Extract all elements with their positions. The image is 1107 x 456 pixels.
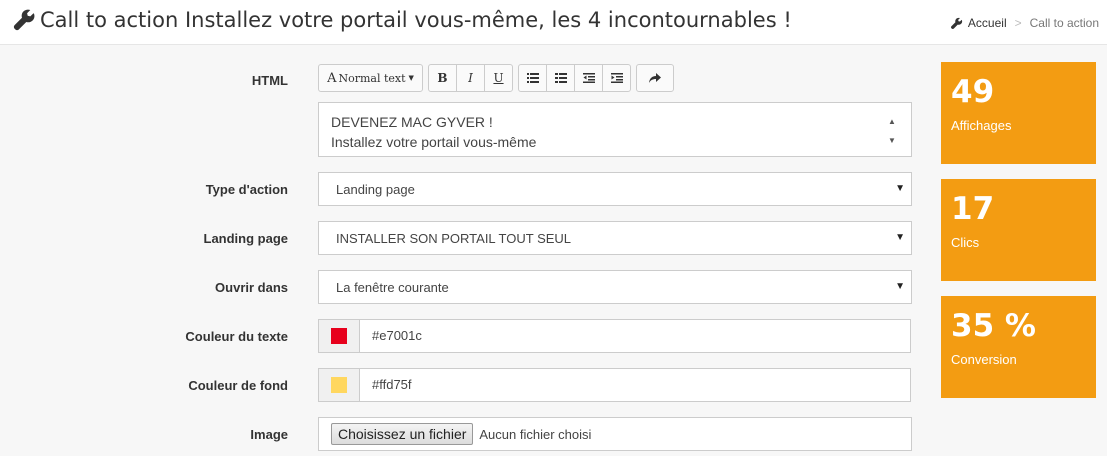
top-bar: Call to action Installez votre portail v… — [0, 0, 1107, 45]
caret-down-icon: ▼ — [408, 74, 414, 82]
type-action-label: Type d'action — [205, 182, 288, 197]
editor-toolbar: A Normal text ▼ B I U — [318, 64, 679, 92]
choose-file-button[interactable]: Choisissez un fichier — [331, 423, 474, 445]
italic-icon: I — [468, 71, 473, 85]
background-color-swatch — [331, 377, 347, 393]
text-color-input[interactable]: #e7001c — [360, 320, 422, 352]
html-label: HTML — [251, 73, 288, 88]
background-color-label: Couleur de fond — [188, 378, 288, 393]
background-color-picker[interactable] — [319, 369, 360, 401]
text-color-field[interactable]: #e7001c — [318, 319, 911, 353]
underline-button[interactable]: U — [484, 64, 513, 92]
background-color-input[interactable]: #ffd75f — [360, 369, 412, 401]
breadcrumb: Accueil > Call to action — [950, 16, 1099, 30]
italic-button[interactable]: I — [456, 64, 485, 92]
text-color-picker[interactable] — [319, 320, 360, 352]
html-editor[interactable]: DEVENEZ MAC GYVER ! Installez votre port… — [318, 102, 912, 157]
outdent-button[interactable] — [574, 64, 603, 92]
editor-line: Installez votre portail vous-même — [331, 134, 537, 150]
page-title: Call to action Installez votre portail v… — [12, 8, 792, 32]
dropdown-arrow-icon: ▼ — [895, 281, 905, 292]
ouvrir-dans-value: La fenêtre courante — [336, 280, 449, 295]
stat-label: Clics — [951, 235, 980, 250]
type-action-select[interactable]: Landing page ▼ — [318, 172, 912, 206]
landing-page-value: INSTALLER SON PORTAIL TOUT SEUL — [336, 231, 572, 246]
text-color-label: Couleur du texte — [185, 329, 288, 344]
stat-value: 49 — [951, 74, 995, 110]
breadcrumb-current: Call to action — [1029, 16, 1099, 30]
stat-value: 35 % — [951, 308, 1036, 344]
indent-button[interactable] — [602, 64, 631, 92]
share-button[interactable] — [636, 64, 674, 92]
ordered-list-icon — [554, 73, 567, 83]
background-color-field[interactable]: #ffd75f — [318, 368, 911, 402]
unordered-list-icon — [526, 73, 539, 83]
stat-card-clics: 17 Clics — [941, 179, 1096, 281]
stat-label: Conversion — [951, 352, 1017, 367]
format-label: Normal text — [338, 71, 406, 85]
wrench-icon — [950, 17, 963, 29]
outdent-icon — [582, 73, 595, 83]
image-label: Image — [250, 427, 288, 442]
underline-icon: U — [493, 71, 504, 85]
stat-value: 17 — [951, 191, 995, 227]
stat-label: Affichages — [951, 118, 1012, 133]
file-status: Aucun fichier choisi — [479, 426, 592, 442]
ouvrir-dans-select[interactable]: La fenêtre courante ▼ — [318, 270, 912, 304]
font-icon: A — [327, 70, 337, 86]
bold-button[interactable]: B — [428, 64, 457, 92]
unordered-list-button[interactable] — [518, 64, 547, 92]
text-color-swatch — [331, 328, 347, 344]
scroll-down-icon[interactable]: ▼ — [885, 131, 899, 150]
image-file-field: Choisissez un fichier Aucun fichier choi… — [318, 417, 912, 451]
stat-card-conversion: 35 % Conversion — [941, 296, 1096, 398]
stat-card-affichages: 49 Affichages — [941, 62, 1096, 164]
ouvrir-dans-label: Ouvrir dans — [215, 280, 288, 295]
indent-icon — [610, 73, 623, 83]
bold-icon: B — [437, 71, 448, 85]
dropdown-arrow-icon: ▼ — [895, 232, 905, 243]
breadcrumb-home-link[interactable]: Accueil — [968, 16, 1007, 30]
dropdown-arrow-icon: ▼ — [895, 183, 905, 194]
landing-page-select[interactable]: INSTALLER SON PORTAIL TOUT SEUL ▼ — [318, 221, 912, 255]
wrench-icon — [13, 9, 35, 31]
editor-line: DEVENEZ MAC GYVER ! — [331, 114, 493, 130]
share-icon — [649, 73, 661, 83]
type-action-value: Landing page — [336, 182, 415, 197]
ordered-list-button[interactable] — [546, 64, 575, 92]
breadcrumb-separator: > — [1014, 16, 1022, 30]
editor-scrollbar[interactable]: ▲ ▼ — [885, 112, 899, 150]
scroll-up-icon[interactable]: ▲ — [885, 112, 899, 131]
format-dropdown[interactable]: A Normal text ▼ — [318, 64, 423, 92]
landing-page-label: Landing page — [203, 231, 289, 246]
page-title-text: Call to action Installez votre portail v… — [40, 8, 792, 32]
